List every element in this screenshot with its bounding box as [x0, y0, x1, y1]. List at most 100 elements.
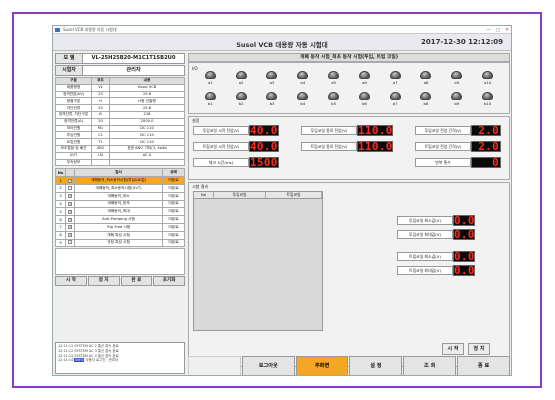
test-name: Anti-Pumping 시험 — [74, 215, 163, 224]
nav-exit[interactable]: 종 료 — [457, 356, 510, 375]
io-lamp: a2 — [231, 71, 251, 85]
checkbox-checked[interactable]: ✓ — [68, 209, 72, 214]
io-lamp: b5 — [324, 92, 344, 106]
test-no: 4 — [55, 199, 66, 209]
param-value[interactable]: 0 — [471, 157, 501, 168]
test-status: 미완료 — [162, 222, 185, 232]
lamp-label: a8 — [423, 80, 429, 85]
lamp-label: b10 — [483, 101, 492, 106]
param-label: 트립코일 종료 전압(V) — [301, 142, 357, 151]
left-panel: 모 델 VL-25H25B20-M1C1T1SB2U0 시험자 관리자 구분 코드… — [55, 53, 185, 287]
io-lamp-row-b: b1 b2 b3 b4 b5 b6 b7 b8 b9 b10 — [189, 92, 509, 106]
check-time: 체크 시간(ms) 1500 — [193, 157, 279, 168]
log-line: 12:11:14 INFO 사용자 로그인 : 관리자 — [58, 358, 182, 363]
log-message: AC 4 통신 접속 완료 — [88, 353, 119, 358]
param-value[interactable]: 110.0 — [357, 125, 393, 136]
spec-row: 모터전원 M1 DC 110 — [55, 124, 185, 133]
result-start-button[interactable]: 시 작 — [442, 343, 464, 355]
lamp-icon — [389, 92, 401, 100]
right-panel: 개폐 동작 시험_최초 동작 시험(투입, 트립 코일) I/O a1 a2 a3 a… — [188, 53, 510, 367]
checkbox-checked[interactable]: ✓ — [68, 201, 72, 206]
lamp-icon — [358, 92, 370, 100]
checkbox-checked[interactable]: ✓ — [68, 233, 72, 238]
checkbox-checked[interactable]: ✓ — [68, 178, 72, 183]
start-button[interactable]: 시 작 — [55, 276, 87, 287]
result-stop-button[interactable]: 정 지 — [468, 343, 490, 355]
complete-button[interactable]: 완 료 — [120, 276, 153, 287]
test-row[interactable]: 1 ✓ 개폐동작_최소동작시험(투입&트립) 미완료 — [55, 176, 185, 185]
checkbox-checked[interactable]: ✓ — [68, 217, 72, 222]
log-message: AC 2 통신 접속 완료 — [88, 344, 119, 348]
window-titlebar: Susol VCB 대용량 자동 시험대 — □ ✕ — [53, 26, 511, 34]
param-value[interactable]: 1500 — [249, 157, 279, 168]
checkbox-checked[interactable]: ✓ — [68, 225, 72, 230]
spec-cell: 정격전압(kV) — [55, 90, 92, 99]
param-value[interactable]: 40.0 — [249, 125, 279, 136]
lamp-label: b5 — [331, 101, 336, 106]
test-checkbox-cell — [65, 183, 75, 193]
spec-row: 보조접점 및 배선 SB2 표준 8NO 기타(3, 4a4b — [55, 144, 185, 153]
test-row[interactable]: 9 규정 특성 시험 미완료 — [55, 238, 185, 248]
param-value[interactable]: 40.0 — [249, 141, 279, 152]
test-status: 미완료 — [162, 238, 185, 248]
nav-settings[interactable]: 설 정 — [349, 356, 403, 375]
checkbox-unchecked[interactable] — [68, 240, 72, 245]
window-title: Susol VCB 대용량 자동 시험대 — [63, 27, 117, 32]
lamp-label: a1 — [208, 80, 213, 85]
io-lamp: b6 — [354, 92, 374, 106]
io-lamp: b2 — [231, 92, 251, 106]
app-icon — [55, 28, 60, 32]
nav-logout[interactable]: 로그아웃 — [241, 356, 295, 375]
test-row[interactable]: 3 ✓ 개폐동작_최소 미완료 — [55, 191, 185, 201]
param-value[interactable]: 2.0 — [471, 125, 501, 136]
test-row[interactable]: 7 ✓ Trip Free 시험 미완료 — [55, 222, 185, 232]
stop-button[interactable]: 정 지 — [87, 276, 120, 287]
spec-cell: DC 110 — [109, 124, 185, 133]
bottom-nav: 로그아웃 주화면 설 정 조 회 종 료 — [188, 356, 510, 375]
lamp-label: a5 — [331, 80, 336, 85]
spec-cell: DC 110 — [109, 138, 185, 146]
test-no: 1 — [55, 176, 66, 185]
test-name: Trip Free 시험 — [74, 222, 163, 232]
reset-button[interactable]: 초기화 — [153, 276, 185, 287]
io-lamp: b3 — [262, 92, 282, 106]
test-row[interactable]: 4 ✓ 개폐동작_정격 미완료 — [55, 199, 185, 209]
settings-panel: 설정 투입코일 시작 전압(V) 40.0 트립코일 시작 전압(V) 40.0… — [188, 116, 510, 180]
io-lamp: b7 — [385, 92, 405, 106]
test-row[interactable]: 6 ✓ Anti-Pumping 시험 미완료 — [55, 215, 185, 224]
param-label: 트립코일 최소값(V) — [397, 252, 453, 261]
trip-coil-end-voltage: 트립코일 종료 전압(V) 110.0 — [301, 141, 393, 152]
spec-cell: 보조접점 및 배선 — [55, 144, 92, 153]
spec-cell: SB2 — [91, 144, 110, 153]
spec-cell: 차단전류 — [55, 104, 92, 112]
log-source: SYSTEM — [74, 353, 88, 358]
lamp-icon — [420, 71, 432, 79]
test-name: 개폐동작_최대 — [74, 207, 163, 217]
checkbox-unchecked[interactable] — [68, 185, 72, 190]
test-no: 8 — [55, 230, 66, 240]
param-label: 반복 횟수 — [415, 158, 471, 167]
checkbox-checked[interactable]: ✓ — [68, 194, 72, 199]
spec-row: 투입전원 C1 DC 110 — [55, 131, 185, 140]
nav-main[interactable]: 주화면 — [295, 356, 349, 375]
spec-cell: DC 110 — [109, 131, 185, 140]
test-row[interactable]: 2 개폐동작_최소동작시험(UVT) 미완료 — [55, 183, 185, 193]
lamp-icon — [266, 92, 278, 100]
nav-search[interactable]: 조 회 — [403, 356, 457, 375]
io-panel: I/O a1 a2 a3 a4 a5 a6 a7 a8 a9 a10 b1 b2 b3 b4 b5 b6 b7… — [188, 62, 510, 114]
test-row[interactable]: 8 ✓ 개폐 특성 시험 미완료 — [55, 230, 185, 240]
test-name: 개폐동작_최소동작시험(투입&트립) — [74, 176, 163, 185]
param-value: 0.0 — [453, 250, 475, 263]
test-checkbox-cell — [65, 238, 75, 248]
param-value[interactable]: 2.0 — [471, 141, 501, 152]
tests-header-cell — [65, 168, 75, 178]
param-value: 0.0 — [453, 214, 475, 227]
io-lamp-row-a: a1 a2 a3 a4 a5 a6 a7 a8 a9 a10 — [189, 71, 509, 85]
param-value[interactable]: 110.0 — [357, 141, 393, 152]
test-no: 6 — [55, 215, 66, 224]
results-table-header: No 투입코일 트립코일 — [194, 192, 322, 199]
test-list-empty-area — [55, 248, 185, 276]
test-row[interactable]: 5 ✓ 개폐동작_최대 미완료 — [55, 207, 185, 217]
log-source: INFO — [74, 358, 85, 363]
test-checkbox-cell: ✓ — [65, 215, 75, 224]
